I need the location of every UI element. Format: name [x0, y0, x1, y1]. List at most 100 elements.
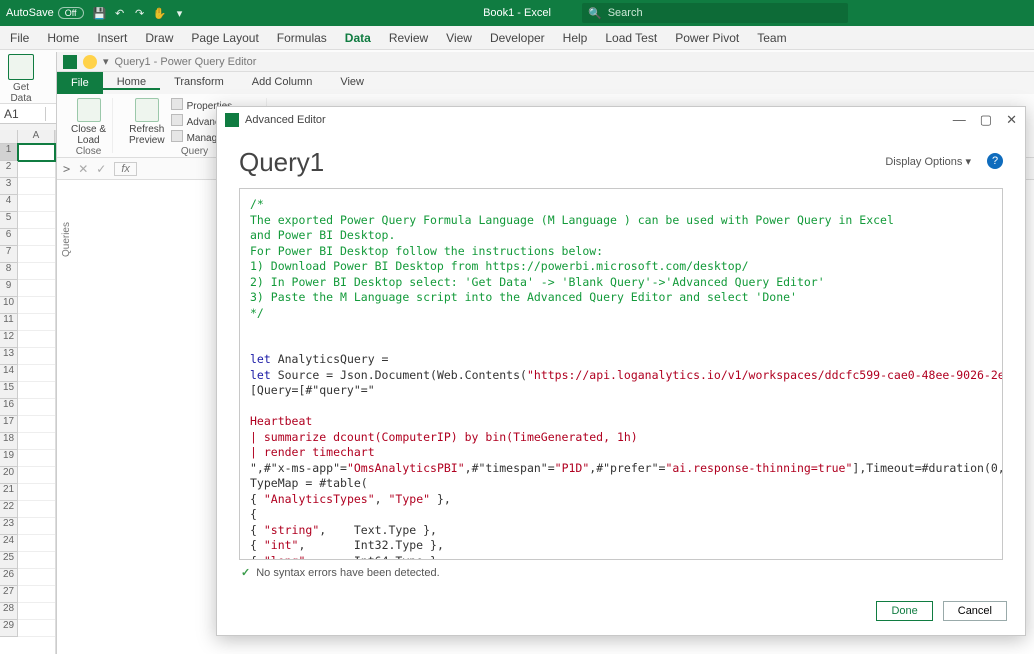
grid-row[interactable]: 15	[0, 382, 55, 399]
row-header[interactable]: 21	[0, 484, 18, 501]
excel-tab-page-layout[interactable]: Page Layout	[191, 31, 258, 45]
grid-row[interactable]: 25	[0, 552, 55, 569]
grid-row[interactable]: 24	[0, 535, 55, 552]
row-header[interactable]: 13	[0, 348, 18, 365]
cancel-button[interactable]: Cancel	[943, 601, 1007, 621]
grid-cell[interactable]	[18, 348, 55, 365]
excel-tab-draw[interactable]: Draw	[145, 31, 173, 45]
minimize-icon[interactable]: —	[953, 112, 966, 128]
accept-formula-icon[interactable]: ✓	[96, 162, 106, 176]
code-editor[interactable]: /* The exported Power Query Formula Lang…	[239, 188, 1003, 560]
row-header[interactable]: 12	[0, 331, 18, 348]
grid-cell[interactable]	[18, 178, 55, 195]
grid-cell[interactable]	[18, 484, 55, 501]
grid-row[interactable]: 21	[0, 484, 55, 501]
search-box[interactable]: 🔍 Search	[582, 3, 848, 23]
row-header[interactable]: 17	[0, 416, 18, 433]
pq-dropdown-icon[interactable]: ▾	[103, 55, 109, 68]
excel-tab-review[interactable]: Review	[389, 31, 428, 45]
grid-row[interactable]: 12	[0, 331, 55, 348]
grid-row[interactable]: 14	[0, 365, 55, 382]
grid-row[interactable]: 5	[0, 212, 55, 229]
grid-cell[interactable]	[18, 297, 55, 314]
grid-row[interactable]: 19	[0, 450, 55, 467]
excel-tab-insert[interactable]: Insert	[97, 31, 127, 45]
grid-cell[interactable]	[18, 365, 55, 382]
grid-cell[interactable]	[18, 263, 55, 280]
grid-cell[interactable]	[18, 331, 55, 348]
grid-cell[interactable]	[18, 195, 55, 212]
row-header[interactable]: 9	[0, 280, 18, 297]
grid-row[interactable]: 26	[0, 569, 55, 586]
grid-cell[interactable]	[18, 212, 55, 229]
row-header[interactable]: 28	[0, 603, 18, 620]
grid-row[interactable]: 6	[0, 229, 55, 246]
name-box[interactable]: A1	[0, 107, 46, 121]
grid-row[interactable]: 16	[0, 399, 55, 416]
grid-cell[interactable]	[18, 603, 55, 620]
grid-cell[interactable]	[18, 280, 55, 297]
grid-row[interactable]: 11	[0, 314, 55, 331]
grid-cell[interactable]	[18, 161, 55, 178]
help-icon[interactable]: ?	[987, 153, 1003, 169]
excel-tab-power-pivot[interactable]: Power Pivot	[675, 31, 739, 45]
row-header[interactable]: 10	[0, 297, 18, 314]
row-header[interactable]: 7	[0, 246, 18, 263]
row-header[interactable]: 15	[0, 382, 18, 399]
grid-cell[interactable]	[18, 450, 55, 467]
grid-cell[interactable]	[18, 518, 55, 535]
grid-row[interactable]: 10	[0, 297, 55, 314]
row-header[interactable]: 16	[0, 399, 18, 416]
refresh-preview-button[interactable]: Refresh Preview	[129, 98, 165, 146]
excel-tab-load-test[interactable]: Load Test	[605, 31, 657, 45]
pq-file-tab[interactable]: File	[57, 72, 103, 94]
pq-tab-add-column[interactable]: Add Column	[238, 76, 327, 90]
fx-icon[interactable]: fx	[114, 162, 137, 176]
maximize-icon[interactable]: ▢	[980, 112, 992, 128]
grid-row[interactable]: 22	[0, 501, 55, 518]
grid-cell[interactable]	[18, 467, 55, 484]
excel-tab-help[interactable]: Help	[563, 31, 588, 45]
grid-row[interactable]: 1	[0, 144, 55, 161]
grid-row[interactable]: 27	[0, 586, 55, 603]
done-button[interactable]: Done	[876, 601, 932, 621]
cancel-formula-icon[interactable]: ✕	[78, 162, 88, 176]
row-header[interactable]: 25	[0, 552, 18, 569]
pq-tab-view[interactable]: View	[326, 76, 378, 90]
display-options-dropdown[interactable]: Display Options ▾	[885, 155, 971, 168]
pq-tab-home[interactable]: Home	[103, 76, 160, 90]
grid-cell[interactable]	[18, 501, 55, 518]
grid-cell[interactable]	[18, 569, 55, 586]
excel-tab-data[interactable]: Data	[345, 31, 371, 45]
grid-row[interactable]: 29	[0, 620, 55, 637]
close-icon[interactable]: ✕	[1006, 112, 1017, 128]
grid-row[interactable]: 2	[0, 161, 55, 178]
row-header[interactable]: 19	[0, 450, 18, 467]
grid-cell[interactable]	[18, 535, 55, 552]
grid-row[interactable]: 8	[0, 263, 55, 280]
grid-cell[interactable]	[18, 382, 55, 399]
grid-row[interactable]: 4	[0, 195, 55, 212]
row-header[interactable]: 22	[0, 501, 18, 518]
row-header[interactable]: 11	[0, 314, 18, 331]
excel-tab-formulas[interactable]: Formulas	[277, 31, 327, 45]
grid-row[interactable]: 18	[0, 433, 55, 450]
grid-row[interactable]: 17	[0, 416, 55, 433]
row-header[interactable]: 3	[0, 178, 18, 195]
grid-cell[interactable]	[18, 399, 55, 416]
row-header[interactable]: 18	[0, 433, 18, 450]
excel-tab-home[interactable]: Home	[47, 31, 79, 45]
excel-tab-file[interactable]: File	[10, 31, 29, 45]
grid-row[interactable]: 23	[0, 518, 55, 535]
row-header[interactable]: 1	[0, 144, 18, 161]
grid-cell[interactable]	[18, 229, 55, 246]
grid-row[interactable]: 9	[0, 280, 55, 297]
row-header[interactable]: 6	[0, 229, 18, 246]
row-header[interactable]: 5	[0, 212, 18, 229]
grid-cell[interactable]	[18, 586, 55, 603]
excel-tab-view[interactable]: View	[446, 31, 472, 45]
row-header[interactable]: 26	[0, 569, 18, 586]
grid-cell[interactable]	[18, 433, 55, 450]
grid-row[interactable]: 28	[0, 603, 55, 620]
excel-grid[interactable]: A 12345678910111213141516171819202122232…	[0, 130, 56, 654]
